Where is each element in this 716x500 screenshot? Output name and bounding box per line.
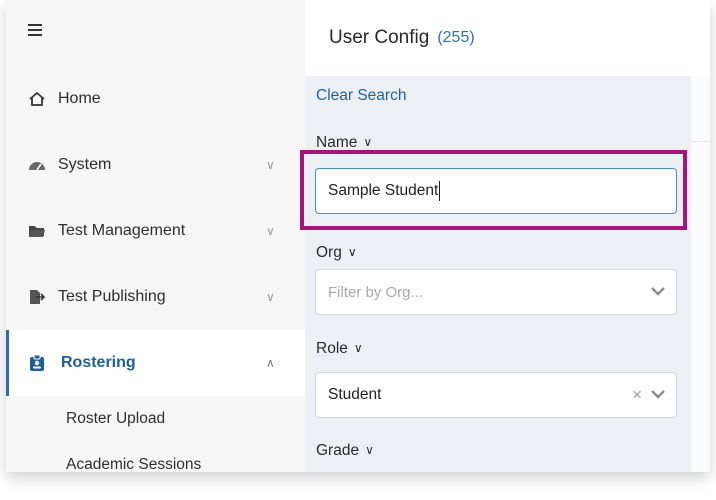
sidebar-item-test-publishing[interactable]: Test Publishing ∨ xyxy=(6,264,305,330)
role-filter-toggle[interactable]: Role ∨ xyxy=(316,340,363,358)
text-cursor xyxy=(439,181,441,201)
chevron-down-icon[interactable] xyxy=(650,386,666,402)
clear-icon[interactable]: × xyxy=(632,385,642,405)
chevron-down-icon[interactable]: ∨ xyxy=(266,158,275,172)
role-select[interactable]: Student × xyxy=(315,372,677,418)
record-count: (255) xyxy=(437,29,475,46)
org-select[interactable]: Filter by Org... xyxy=(315,269,677,315)
role-select-value: Student xyxy=(328,386,382,403)
name-search-input[interactable]: Sample Student xyxy=(315,168,677,214)
page-title: User Config xyxy=(329,27,430,48)
chevron-down-icon: ∨ xyxy=(347,245,357,259)
chevron-down-icon: ∨ xyxy=(353,341,363,355)
clear-search-link[interactable]: Clear Search xyxy=(316,87,406,105)
filter-panel: Clear Search Name ∨ Sample Student Org ∨ F… xyxy=(300,76,691,472)
chevron-down-icon: ∨ xyxy=(363,135,373,149)
chevron-down-icon[interactable]: ∨ xyxy=(266,290,275,304)
grade-filter-label: Grade xyxy=(316,442,360,459)
name-input-value: Sample Student xyxy=(328,182,439,199)
sidebar-item-test-management[interactable]: Test Management ∨ xyxy=(6,198,305,264)
org-filter-label: Org xyxy=(316,244,342,261)
badge-icon xyxy=(28,354,46,372)
folder-icon xyxy=(28,222,46,240)
grade-filter-toggle[interactable]: Grade ∨ xyxy=(316,442,374,460)
sidebar-subitem-academic-sessions[interactable]: Academic Sessions xyxy=(66,456,201,472)
publish-icon xyxy=(28,288,46,306)
results-area xyxy=(691,76,710,472)
role-filter-label: Role xyxy=(316,340,348,357)
sidebar-item-label: Home xyxy=(58,90,101,107)
org-select-placeholder: Filter by Org... xyxy=(328,283,424,301)
chevron-down-icon[interactable]: ∨ xyxy=(266,224,275,238)
sidebar-subitem-roster-upload[interactable]: Roster Upload xyxy=(66,410,165,428)
name-filter-toggle[interactable]: Name ∨ xyxy=(316,134,372,152)
home-icon xyxy=(28,90,46,108)
chevron-down-icon[interactable] xyxy=(650,283,666,299)
sidebar-item-rostering[interactable]: Rostering ∧ xyxy=(6,330,308,396)
divider xyxy=(691,141,710,142)
page-header: User Config (255) xyxy=(305,0,710,76)
chevron-down-icon: ∨ xyxy=(365,443,374,457)
chevron-up-icon[interactable]: ∧ xyxy=(266,356,275,370)
sidebar-item-label: Rostering xyxy=(61,354,136,371)
name-filter-label: Name xyxy=(316,134,358,151)
sidebar-item-label: System xyxy=(58,156,112,173)
sidebar-item-label: Test Publishing xyxy=(58,288,166,305)
gauge-icon xyxy=(28,156,46,174)
app-window: Home System ∨ Test Management ∨ Test Pub… xyxy=(6,0,710,472)
sidebar-item-home[interactable]: Home xyxy=(6,66,305,132)
sidebar-item-system[interactable]: System ∨ xyxy=(6,132,305,198)
sidebar: Home System ∨ Test Management ∨ Test Pub… xyxy=(6,0,308,472)
sidebar-item-label: Test Management xyxy=(58,222,186,239)
org-filter-toggle[interactable]: Org ∨ xyxy=(316,244,357,262)
hamburger-menu-icon[interactable] xyxy=(28,24,42,38)
